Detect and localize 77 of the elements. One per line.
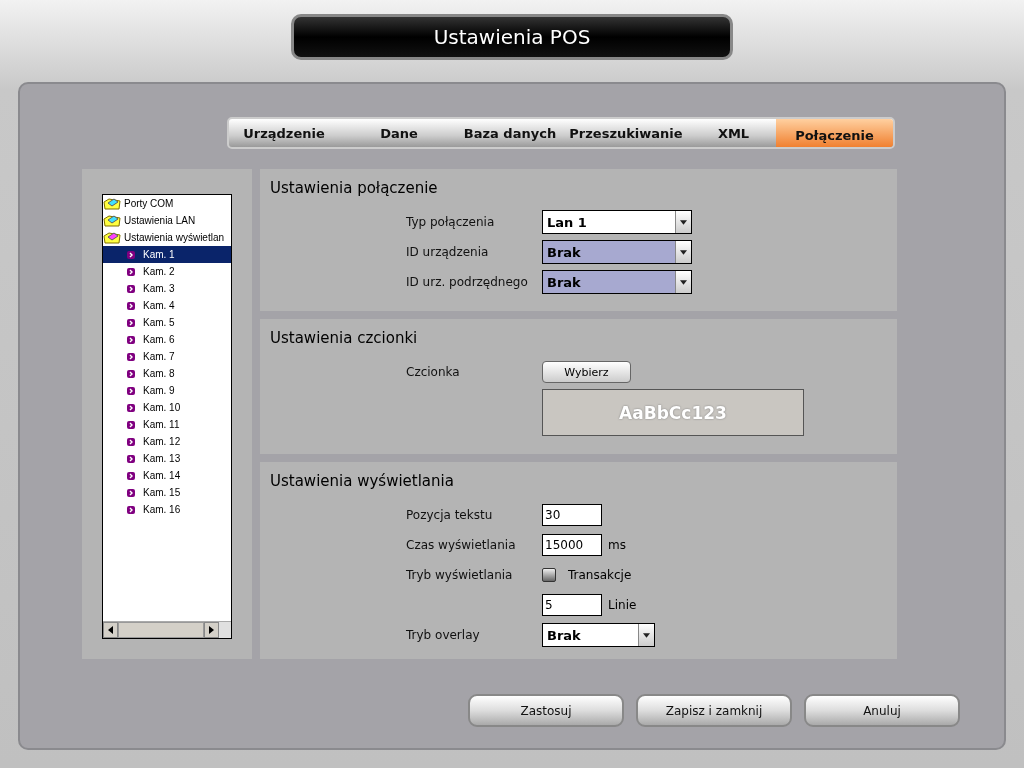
chevron-icon xyxy=(127,318,135,327)
caret-icon xyxy=(680,249,687,255)
field-label: Typ połączenia xyxy=(405,215,496,229)
dialog-button[interactable]: Zastosuj xyxy=(468,694,624,727)
tab[interactable]: Połączenie xyxy=(776,119,893,147)
font-preview: AaBbCc123 xyxy=(542,389,804,436)
tree-item[interactable]: Kam. 7 xyxy=(103,348,231,365)
caret-icon xyxy=(680,219,687,225)
horizontal-scrollbar[interactable] xyxy=(103,621,231,638)
chevron-icon xyxy=(127,420,135,429)
window-title: Ustawienia POS xyxy=(291,14,733,60)
tree-item[interactable]: Kam. 5 xyxy=(103,314,231,331)
tree-item[interactable]: Kam. 15 xyxy=(103,484,231,501)
folder-icon xyxy=(103,214,121,227)
chevron-icon xyxy=(127,301,135,310)
field-label: Pozycja tekstu xyxy=(405,508,494,522)
field-label: Tryb wyświetlania xyxy=(405,568,514,582)
input-field[interactable]: 30 xyxy=(542,504,602,526)
tree-item[interactable]: Kam. 16 xyxy=(103,501,231,518)
tree-item[interactable]: Kam. 4 xyxy=(103,297,231,314)
checkbox-label: Transakcje xyxy=(568,568,632,582)
field-label: ID urz. podrzędnego xyxy=(405,275,529,289)
tab[interactable]: Przeszukiwanie xyxy=(561,119,691,147)
tree-item[interactable]: Kam. 13 xyxy=(103,450,231,467)
input-field[interactable]: 15000 xyxy=(542,534,602,556)
tree-item[interactable]: Kam. 14 xyxy=(103,467,231,484)
unit-label: ms xyxy=(608,538,626,552)
unit-label: Linie xyxy=(608,598,637,612)
folder-icon xyxy=(103,197,121,210)
input-field[interactable]: 5 xyxy=(542,594,602,616)
chevron-icon xyxy=(127,267,135,276)
chevron-icon xyxy=(127,386,135,395)
chevron-icon xyxy=(127,437,135,446)
field-label: Tryb overlay xyxy=(405,628,481,642)
chevron-icon xyxy=(127,505,135,514)
dropdown[interactable]: Brak xyxy=(542,623,655,647)
tree-item[interactable]: Kam. 8 xyxy=(103,365,231,382)
chevron-icon xyxy=(127,471,135,480)
tree-item[interactable]: Porty COM xyxy=(103,195,231,212)
chevron-icon xyxy=(127,352,135,361)
tab[interactable]: XML xyxy=(691,119,776,147)
field-label: Czas wyświetlania xyxy=(405,538,517,552)
tab[interactable]: Baza danych xyxy=(459,119,561,147)
left-arrow-icon xyxy=(108,626,113,634)
tab[interactable]: Urządzenie xyxy=(229,119,339,147)
section-title: Ustawienia czcionki xyxy=(270,329,419,347)
chevron-icon xyxy=(127,284,135,293)
tree-item[interactable]: Ustawienia wyświetlan xyxy=(103,229,231,246)
caret-icon xyxy=(643,632,650,638)
section-title: Ustawienia połączenie xyxy=(270,179,439,197)
tree-item[interactable]: Kam. 6 xyxy=(103,331,231,348)
tree-item[interactable]: Kam. 12 xyxy=(103,433,231,450)
tree-item[interactable]: Kam. 3 xyxy=(103,280,231,297)
field-label: ID urządzenia xyxy=(405,245,490,259)
tree-item[interactable]: Ustawienia LAN xyxy=(103,212,231,229)
tree-item[interactable]: Kam. 10 xyxy=(103,399,231,416)
chevron-icon xyxy=(127,369,135,378)
chevron-icon xyxy=(127,454,135,463)
chevron-icon xyxy=(127,335,135,344)
checkbox[interactable] xyxy=(542,568,556,582)
field-label: Czcionka xyxy=(405,365,461,379)
section-title: Ustawienia wyświetlania xyxy=(270,472,455,490)
dropdown[interactable]: Lan 1 xyxy=(542,210,692,234)
folder-icon xyxy=(103,231,121,244)
choose-button[interactable]: Wybierz xyxy=(542,361,631,383)
chevron-icon xyxy=(127,403,135,412)
tree-item[interactable]: Kam. 2 xyxy=(103,263,231,280)
caret-icon xyxy=(680,279,687,285)
tree-item[interactable]: Kam. 11 xyxy=(103,416,231,433)
tree-item[interactable]: Kam. 9 xyxy=(103,382,231,399)
dialog-button[interactable]: Zapisz i zamknij xyxy=(636,694,792,727)
tab[interactable]: Dane xyxy=(339,119,459,147)
tree-item[interactable]: Kam. 1 xyxy=(103,246,231,263)
right-arrow-icon xyxy=(209,626,214,634)
chevron-icon xyxy=(127,488,135,497)
chevron-icon xyxy=(127,250,135,259)
dialog-button[interactable]: Anuluj xyxy=(804,694,960,727)
